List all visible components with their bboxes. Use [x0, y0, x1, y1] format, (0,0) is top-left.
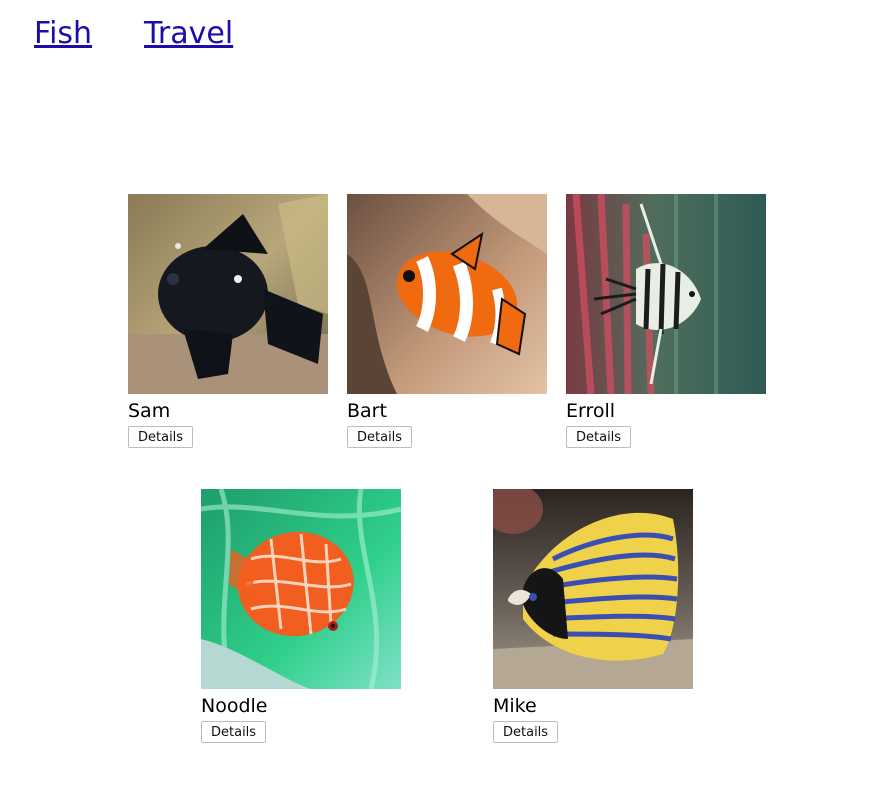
fish-card-noodle: Noodle Details: [201, 489, 401, 743]
details-button[interactable]: Details: [493, 721, 559, 743]
fish-name: Bart: [347, 400, 387, 422]
fish-card-mike: Mike Details: [493, 489, 693, 743]
emperor-angelfish-photo: [493, 489, 693, 689]
fish-name: Mike: [493, 695, 537, 717]
discus-fish-photo: [201, 489, 401, 689]
fish-name: Erroll: [566, 400, 616, 422]
details-button[interactable]: Details: [201, 721, 267, 743]
fish-name: Sam: [128, 400, 171, 422]
fish-card-sam: Sam Details: [128, 194, 328, 448]
black-fish-photo: [128, 194, 328, 394]
clownfish-photo: [347, 194, 547, 394]
nav-link-fish[interactable]: Fish: [34, 16, 92, 51]
angelfish-photo: [566, 194, 766, 394]
details-button[interactable]: Details: [347, 426, 413, 448]
details-button[interactable]: Details: [566, 426, 632, 448]
fish-card-erroll: Erroll Details: [566, 194, 766, 448]
fish-name: Noodle: [201, 695, 268, 717]
nav-link-travel[interactable]: Travel: [144, 16, 233, 51]
details-button[interactable]: Details: [128, 426, 194, 448]
fish-card-bart: Bart Details: [347, 194, 547, 448]
